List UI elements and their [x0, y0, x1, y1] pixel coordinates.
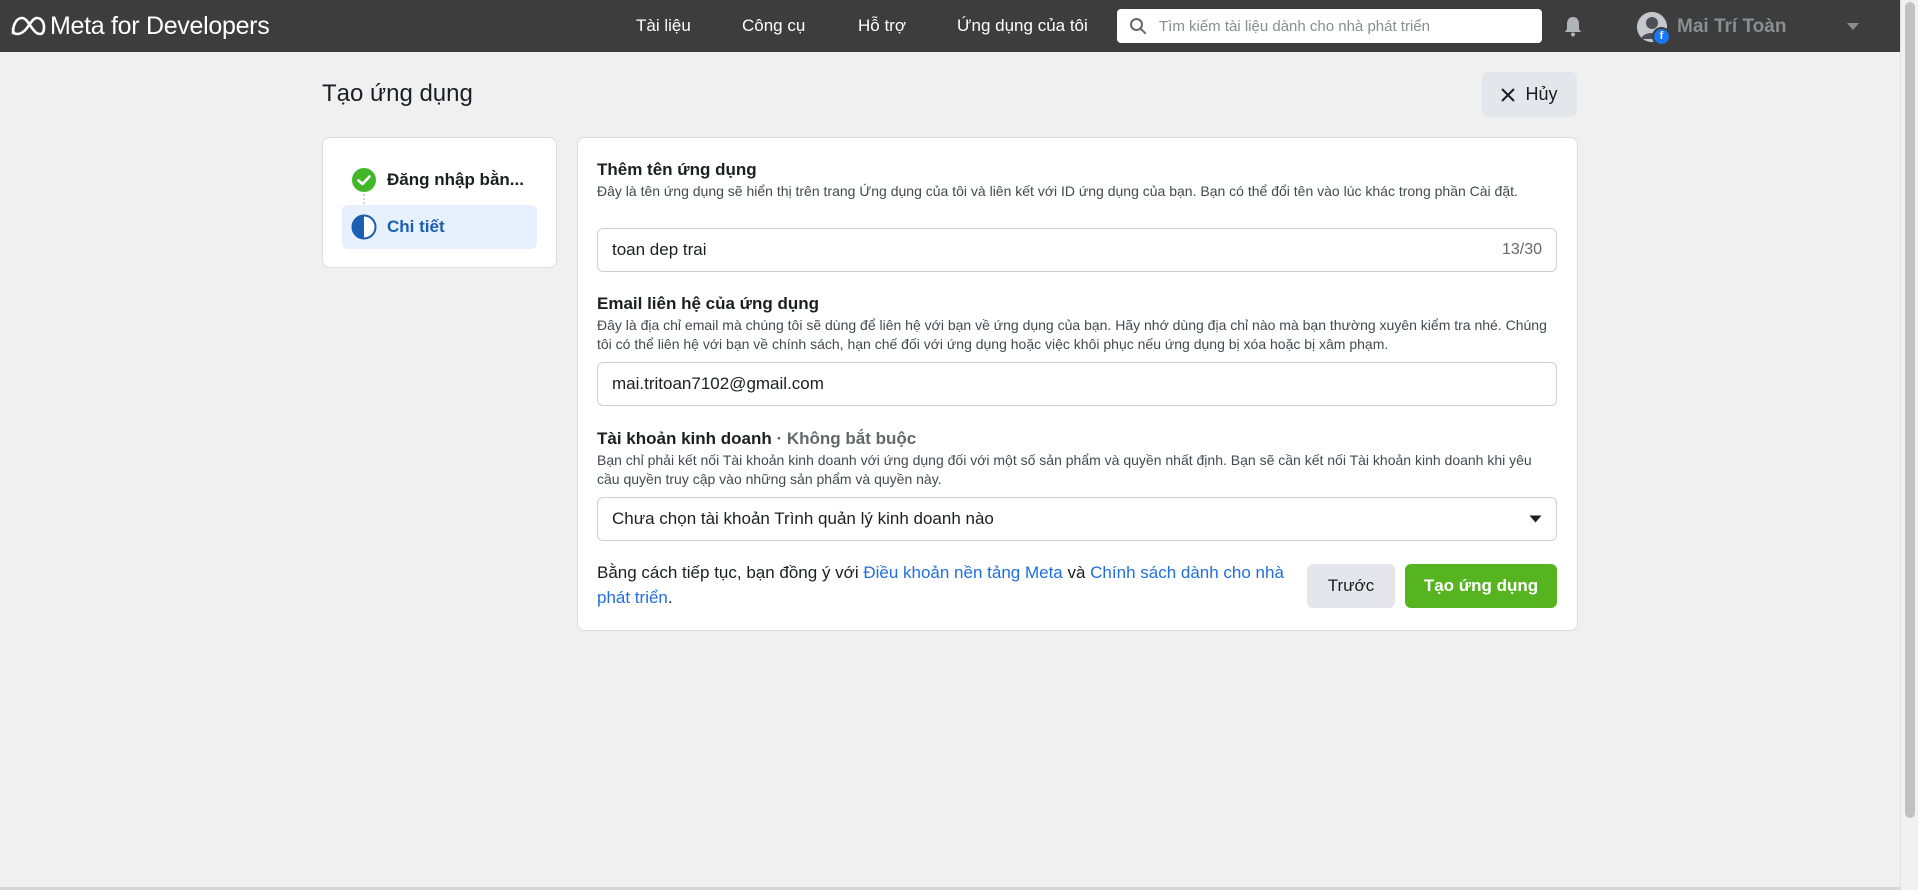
email-field[interactable]: mai.tritoan7102@gmail.com	[597, 362, 1557, 406]
page-scrollbar[interactable]	[1900, 0, 1918, 890]
step-login[interactable]: Đăng nhập bằn...	[342, 158, 537, 202]
nav-tools[interactable]: Công cụ	[742, 16, 805, 36]
terms-suffix: .	[667, 588, 673, 607]
business-account-title: Tài khoản kinh doanh	[597, 429, 772, 448]
search-icon	[1130, 18, 1146, 34]
nav-my-apps[interactable]: Ứng dụng của tôi	[957, 16, 1088, 36]
terms-prefix: Bằng cách tiếp tục, bạn đồng ý với	[597, 563, 864, 582]
meta-logo[interactable]: Meta for Developers	[10, 11, 270, 40]
half-circle-icon	[351, 214, 377, 240]
top-navigation-bar: Meta for Developers Tài liệu Công cụ Hỗ …	[0, 0, 1900, 52]
business-account-selected: Chưa chọn tài khoản Trình quản lý kinh d…	[612, 509, 994, 528]
char-counter: 13/30	[1501, 241, 1542, 258]
scrollbar-thumb[interactable]	[1905, 2, 1915, 818]
app-name-input[interactable]: toan dep trai 13/30	[597, 228, 1557, 272]
terms-text: Bằng cách tiếp tục, bạn đồng ý với Điều …	[597, 560, 1297, 610]
optional-tag: · Không bắt buộc	[771, 429, 917, 448]
check-circle-icon	[352, 168, 376, 192]
email-value: mai.tritoan7102@gmail.com	[612, 374, 824, 393]
close-icon	[1501, 87, 1516, 102]
chevron-down-icon[interactable]	[1846, 22, 1860, 31]
app-name-value: toan dep trai	[612, 240, 707, 259]
step-login-label: Đăng nhập bằn...	[387, 170, 524, 189]
meta-logo-icon	[11, 16, 46, 36]
caret-down-icon	[1529, 515, 1542, 523]
create-app-button[interactable]: Tạo ứng dụng	[1405, 564, 1557, 608]
avatar[interactable]: f	[1637, 12, 1671, 46]
brand-name: Meta for Developers	[50, 11, 270, 40]
step-details-label: Chi tiết	[387, 217, 445, 236]
app-name-label: Thêm tên ứng dụng	[597, 160, 757, 179]
back-button[interactable]: Trước	[1307, 564, 1395, 608]
step-details[interactable]: Chi tiết	[342, 205, 537, 249]
search-box[interactable]	[1117, 9, 1542, 43]
cancel-button[interactable]: Hủy	[1482, 72, 1577, 117]
facebook-badge-icon: f	[1652, 27, 1671, 46]
business-account-select[interactable]: Chưa chọn tài khoản Trình quản lý kinh d…	[597, 497, 1557, 541]
email-label: Email liên hệ của ứng dụng	[597, 294, 820, 313]
user-name[interactable]: Mai Trí Toàn	[1677, 16, 1786, 38]
search-input[interactable]	[1157, 16, 1521, 36]
platform-terms-link[interactable]: Điều khoản nền tảng Meta	[863, 563, 1062, 582]
email-description: Đây là địa chỉ email mà chúng tôi sẽ dùn…	[597, 317, 1547, 352]
business-account-label: Tài khoản kinh doanh · Không bắt buộc	[597, 429, 916, 449]
app-name-description: Đây là tên ứng dụng sẽ hiển thị trên tra…	[597, 183, 1518, 199]
nav-docs[interactable]: Tài liệu	[636, 16, 691, 36]
nav-support[interactable]: Hỗ trợ	[858, 16, 906, 36]
business-account-description: Bạn chỉ phải kết nối Tài khoản kinh doan…	[597, 452, 1532, 487]
terms-middle: và	[1062, 563, 1091, 582]
bell-icon[interactable]	[1561, 14, 1585, 38]
page-title: Tạo ứng dụng	[322, 80, 473, 107]
cancel-label: Hủy	[1525, 84, 1558, 104]
